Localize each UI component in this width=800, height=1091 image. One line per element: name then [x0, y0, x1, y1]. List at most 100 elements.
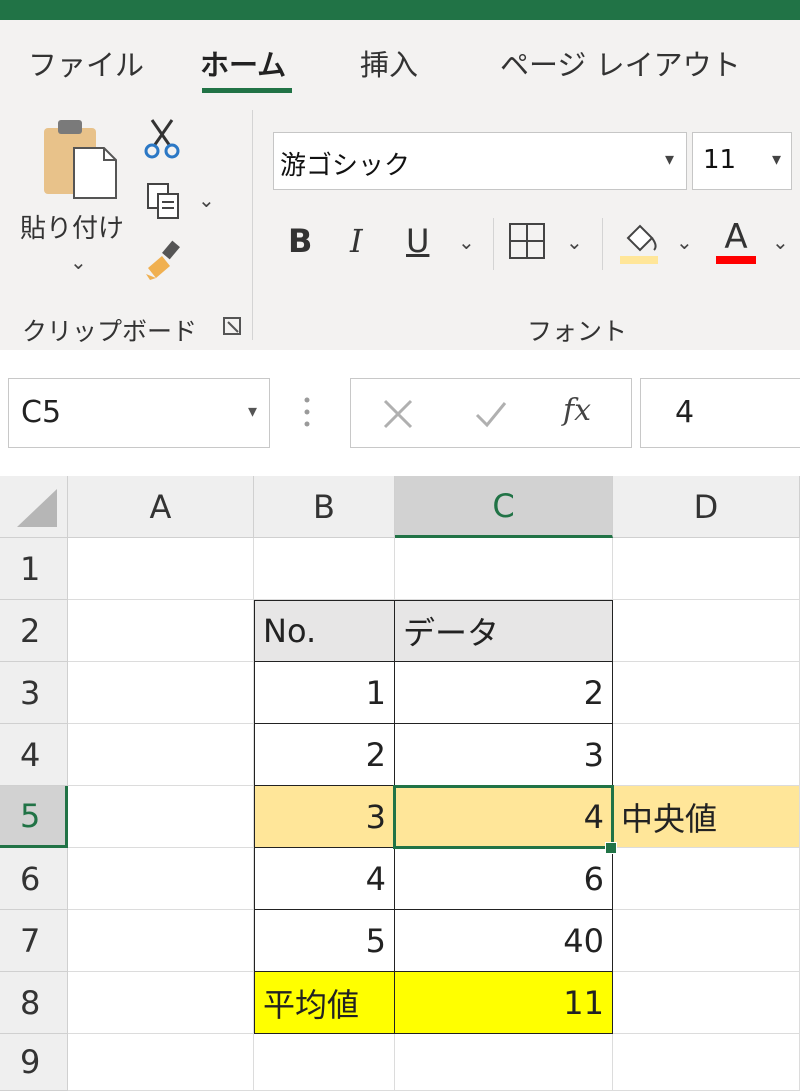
cell-c7[interactable]: 40	[395, 910, 613, 972]
row-header-6[interactable]: 6	[0, 848, 68, 910]
copy-icon	[147, 183, 179, 219]
fill-color-button[interactable]	[618, 220, 660, 266]
fill-handle[interactable]	[605, 842, 617, 854]
name-box-value: C5	[21, 395, 62, 430]
italic-button[interactable]: I	[350, 222, 363, 260]
tab-page-layout[interactable]: ページ レイアウト	[500, 42, 741, 84]
font-size-value: 11	[703, 145, 737, 175]
cancel-icon[interactable]	[381, 397, 415, 431]
font-name-dropdown-icon[interactable]: ▾	[665, 149, 674, 170]
formula-buttons: fx	[350, 378, 632, 448]
tab-file[interactable]: ファイル	[28, 42, 144, 84]
cell-b9[interactable]	[254, 1034, 395, 1091]
formula-input-value: 4	[675, 395, 695, 430]
font-separator	[493, 218, 494, 270]
underline-chevron-icon[interactable]: ⌄	[458, 230, 475, 254]
row-header-8[interactable]: 8	[0, 972, 68, 1034]
clipboard-dialog-launcher-icon[interactable]	[222, 316, 242, 336]
cell-b3[interactable]: 1	[254, 662, 395, 724]
cell-d5-median-label[interactable]: 中央値	[613, 786, 800, 848]
row-header-1[interactable]: 1	[0, 538, 68, 600]
bold-button[interactable]: B	[288, 222, 312, 260]
cell-b5[interactable]: 3	[254, 786, 395, 848]
cell-a7[interactable]	[68, 910, 254, 972]
underline-button[interactable]: U	[406, 222, 429, 260]
cell-b6[interactable]: 4	[254, 848, 395, 910]
tab-insert[interactable]: 挿入	[360, 42, 418, 84]
borders-button[interactable]	[508, 222, 546, 260]
active-tab-indicator	[202, 88, 292, 93]
name-box-dropdown-icon[interactable]: ▾	[248, 401, 257, 422]
cell-c2[interactable]: データ	[395, 600, 613, 662]
font-separator-2	[602, 218, 603, 270]
cell-a8[interactable]	[68, 972, 254, 1034]
paste-chevron-icon[interactable]: ⌄	[70, 250, 87, 274]
cell-c4[interactable]: 3	[395, 724, 613, 786]
cell-c9[interactable]	[395, 1034, 613, 1091]
paste-label[interactable]: 貼り付け	[20, 208, 124, 245]
cell-d2[interactable]	[613, 600, 800, 662]
name-box[interactable]: C5 ▾	[8, 378, 270, 448]
cell-c6[interactable]: 6	[395, 848, 613, 910]
row-header-4[interactable]: 4	[0, 724, 68, 786]
enter-check-icon[interactable]	[473, 397, 509, 431]
column-header-a[interactable]: A	[68, 476, 254, 538]
tab-home[interactable]: ホーム	[200, 42, 286, 84]
row-header-7[interactable]: 7	[0, 910, 68, 972]
cell-d9[interactable]	[613, 1034, 800, 1091]
column-header-c[interactable]: C	[395, 476, 613, 538]
font-size-dropdown-icon[interactable]: ▾	[772, 149, 781, 170]
cell-d3[interactable]	[613, 662, 800, 724]
select-all-corner[interactable]	[0, 476, 68, 538]
format-painter-icon	[146, 240, 180, 280]
cell-b8-average-label[interactable]: 平均値	[254, 972, 395, 1034]
cell-a4[interactable]	[68, 724, 254, 786]
font-size-combo[interactable]: 11 ▾	[692, 132, 792, 190]
borders-chevron-icon[interactable]: ⌄	[566, 230, 583, 254]
cell-c3[interactable]: 2	[395, 662, 613, 724]
font-color-chevron-icon[interactable]: ⌄	[772, 230, 789, 254]
cell-c1[interactable]	[395, 538, 613, 600]
paint-bucket-icon	[620, 224, 658, 264]
group-separator	[252, 110, 253, 340]
copy-chevron-icon[interactable]: ⌄	[198, 188, 215, 212]
clipboard-group-label: クリップボード	[22, 317, 198, 346]
row-header-5[interactable]: 5	[0, 786, 68, 848]
select-all-triangle-icon	[16, 488, 57, 527]
clipboard-icon	[44, 120, 117, 199]
cell-b2[interactable]: No.	[254, 600, 395, 662]
cell-d4[interactable]	[613, 724, 800, 786]
row-header-3[interactable]: 3	[0, 662, 68, 724]
column-header-b[interactable]: B	[254, 476, 395, 538]
paste-button[interactable]	[40, 118, 120, 202]
cell-a3[interactable]	[68, 662, 254, 724]
formula-input[interactable]: 4	[640, 378, 800, 448]
row-header-9[interactable]: 9	[0, 1034, 68, 1091]
copy-button[interactable]	[144, 180, 184, 222]
column-header-d[interactable]: D	[613, 476, 800, 538]
row-header-2[interactable]: 2	[0, 600, 68, 662]
cell-d8[interactable]	[613, 972, 800, 1034]
cell-d6[interactable]	[613, 848, 800, 910]
borders-icon	[509, 223, 545, 259]
insert-function-button[interactable]: fx	[563, 393, 591, 428]
cell-b1[interactable]	[254, 538, 395, 600]
font-color-button[interactable]: A	[714, 218, 758, 266]
active-cell-outline	[393, 785, 614, 849]
fill-color-chevron-icon[interactable]: ⌄	[676, 230, 693, 254]
font-name-combo[interactable]: 游ゴシック ▾	[273, 132, 687, 190]
cell-a9[interactable]	[68, 1034, 254, 1091]
cell-a5[interactable]	[68, 786, 254, 848]
cell-a6[interactable]	[68, 848, 254, 910]
cell-d1[interactable]	[613, 538, 800, 600]
cell-d7[interactable]	[613, 910, 800, 972]
title-bar	[0, 0, 800, 20]
cell-b4[interactable]: 2	[254, 724, 395, 786]
cell-c8-average-value[interactable]: 11	[395, 972, 613, 1034]
cell-a2[interactable]	[68, 600, 254, 662]
cut-button[interactable]	[142, 118, 182, 160]
format-painter-button[interactable]	[142, 240, 184, 282]
cell-b7[interactable]: 5	[254, 910, 395, 972]
cell-a1[interactable]	[68, 538, 254, 600]
formula-bar-splitter[interactable]	[300, 392, 314, 432]
